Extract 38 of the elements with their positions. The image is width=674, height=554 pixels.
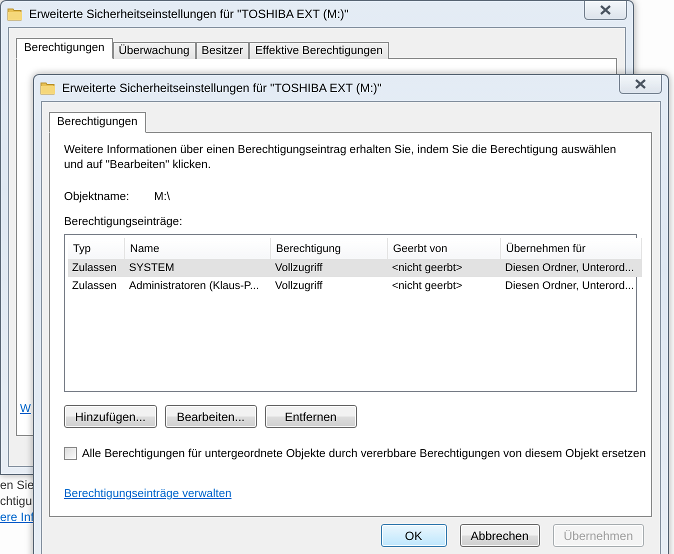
action-button[interactable]: Bearbeiten... — [164, 405, 257, 428]
tab[interactable]: Effektive Berechtigungen — [249, 42, 389, 59]
table-cell-text: Administratoren (Klaus-P... — [128, 279, 260, 294]
object-name-label: Objektname: — [64, 191, 130, 203]
action-button[interactable]: Entfernen — [264, 405, 357, 428]
object-name-value: M:\ — [154, 191, 170, 203]
tab[interactable]: Überwachung — [112, 42, 196, 59]
table-cell-text: Vollzugriff — [274, 279, 324, 294]
column-header[interactable]: Name — [125, 238, 271, 259]
link[interactable]: ere Inf — [0, 510, 34, 525]
table-cell-text: <nicht geerbt> — [391, 279, 464, 294]
table-cell-text: SYSTEM — [128, 261, 176, 276]
tab[interactable]: Berechtigungen — [16, 38, 113, 59]
column-header[interactable]: Berechtigung — [271, 238, 388, 259]
tab[interactable]: Besitzer — [196, 42, 250, 59]
window-title: Erweiterte Sicherheitseinstellungen für "TOSHIBA EXT (M:)" — [62, 81, 382, 95]
text-fragment: chtigu — [0, 494, 34, 509]
dialog-button[interactable]: Abbrechen — [460, 524, 540, 547]
text-fragment: en Sie — [0, 478, 34, 493]
info-text: Weitere Informationen über einen Berechtigungseintrag erhalten Sie, indem Sie die Berechtigung auswählen und auf "Bearbeiten" klicken. — [64, 143, 618, 173]
table-cell-text: Diesen Ordner, Unterord... — [504, 261, 636, 276]
dialog-button[interactable]: OK — [380, 524, 447, 547]
column-header[interactable]: Übernehmen für — [501, 238, 642, 259]
table-row[interactable]: Zulassen Administratoren (Klaus-P... Vollzugriff <nicht geerbt> Diesen Ordner, Unterord... — [68, 277, 642, 295]
window-title: Erweiterte Sicherheitseinstellungen für "TOSHIBA EXT (M:)" — [29, 7, 349, 21]
table-cell-text: Zulassen — [71, 261, 118, 276]
table-row[interactable]: Zulassen SYSTEM Vollzugriff <nicht geerbt> Diesen Ordner, Unterord... — [68, 259, 642, 277]
entries-label: Berechtigungseinträge: — [64, 216, 182, 228]
column-header[interactable]: Geerbt von — [388, 238, 501, 259]
column-header[interactable]: Typ — [68, 238, 125, 259]
action-button[interactable]: Hinzufügen... — [64, 405, 157, 428]
table-cell-text: Zulassen — [71, 279, 118, 294]
table-cell-text: Vollzugriff — [274, 261, 324, 276]
link[interactable]: W — [20, 403, 31, 415]
tab[interactable]: Berechtigungen — [49, 112, 146, 133]
table-cell-text: <nicht geerbt> — [391, 261, 464, 276]
table-cell-text: Diesen Ordner, Unterord... — [504, 279, 636, 294]
manage-entries-link[interactable]: Berechtigungseinträge verwalten — [64, 488, 232, 500]
